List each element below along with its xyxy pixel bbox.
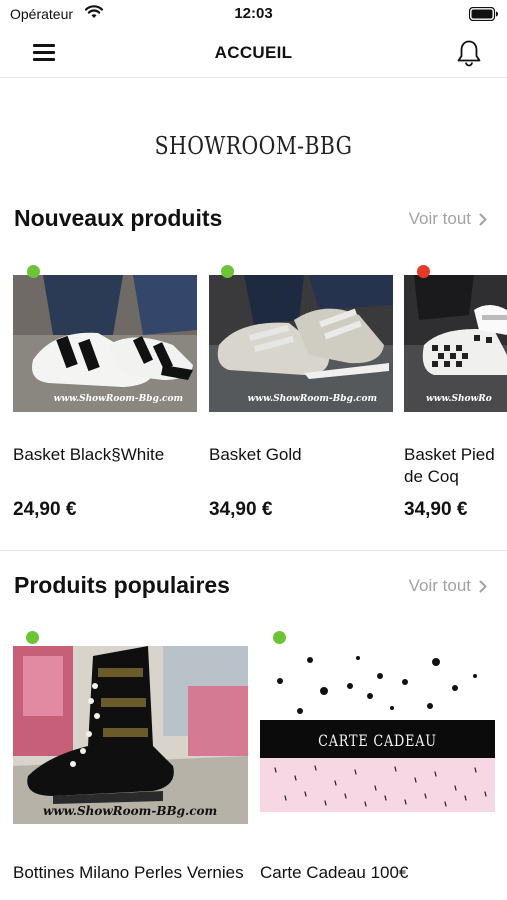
product-card[interactable]: www.ShowRo Basket Pied de Coq 34,90 € [404, 265, 507, 525]
availability-dot [221, 265, 234, 278]
image-watermark: www.ShowRoom-BBg.com [43, 804, 218, 818]
product-card[interactable]: www.ShowRoom-Bbg.com Basket Gold 34,90 € [209, 265, 393, 525]
product-image: www.ShowRo [404, 275, 507, 412]
product-name: Basket Pied de Coq [404, 445, 495, 486]
gift-card-image: CARTE CADEAU [260, 646, 495, 824]
status-bar: Opérateur 12:03 [0, 0, 507, 28]
availability-dot [417, 265, 430, 278]
gift-card-banner-text: CARTE CADEAU [318, 731, 437, 750]
product-price: 34,90 € [404, 499, 468, 520]
section-divider [0, 550, 507, 551]
popular-products-header: Produits populaires Voir tout [0, 572, 507, 602]
product-price: 24,90 € [13, 499, 77, 520]
image-watermark: www.ShowRoom-Bbg.com [247, 394, 377, 404]
section-title: Nouveaux produits [14, 205, 223, 231]
see-all-new-products-link[interactable]: Voir tout [409, 209, 487, 229]
battery-icon [469, 7, 498, 21]
product-name: Carte Cadeau 100€ [260, 863, 409, 882]
brand-logo-text: SHOWROOM-BBG [154, 132, 353, 160]
chevron-right-icon [479, 213, 487, 225]
availability-dot [26, 631, 39, 644]
new-products-header: Nouveaux produits Voir tout [0, 205, 507, 235]
product-card[interactable]: www.ShowRoom-BBg.com Bottines Milano Per… [13, 631, 248, 900]
product-card[interactable]: www.ShowRoom-Bbg.com Basket Black§White … [13, 265, 197, 525]
status-time: 12:03 [234, 5, 273, 22]
availability-dot [273, 631, 286, 644]
see-all-label: Voir tout [408, 576, 471, 595]
hamburger-menu-icon[interactable] [33, 44, 55, 62]
product-image: www.ShowRoom-Bbg.com [13, 275, 197, 412]
product-image: www.ShowRoom-BBg.com [13, 646, 248, 824]
see-all-popular-products-link[interactable]: Voir tout [409, 576, 487, 596]
section-title: Produits populaires [14, 572, 230, 598]
bell-icon[interactable] [456, 39, 482, 67]
image-watermark: www.ShowRoom-Bbg.com [53, 394, 183, 404]
product-name: Bottines Milano Perles Vernies [13, 863, 244, 882]
chevron-right-icon [479, 580, 487, 592]
nav-bar: ACCUEIL [0, 28, 507, 78]
product-image: www.ShowRoom-Bbg.com [209, 275, 393, 412]
product-price: 34,90 € [209, 499, 273, 520]
availability-dot [27, 265, 40, 278]
product-name: Basket Black§White [13, 445, 165, 464]
page-title: ACCUEIL [214, 43, 293, 62]
see-all-label: Voir tout [408, 209, 471, 228]
product-card[interactable]: CARTE CADEAU Carte Cadeau 100€ [260, 631, 495, 900]
image-watermark: www.ShowRo [426, 394, 492, 404]
product-name: Basket Gold [209, 445, 302, 464]
